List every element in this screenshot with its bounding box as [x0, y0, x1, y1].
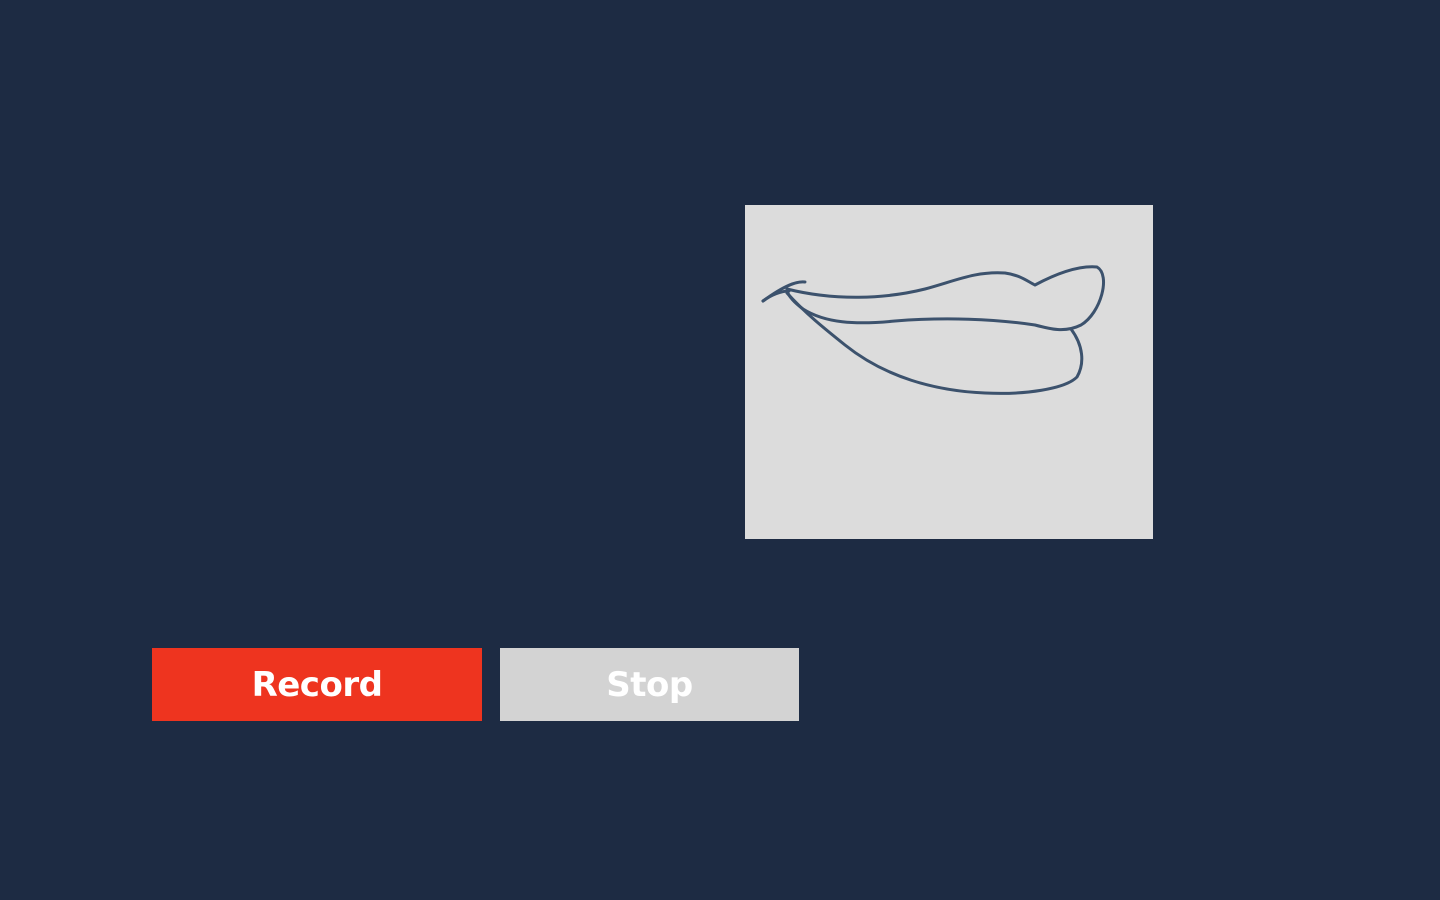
- lower-lip-outline: [785, 291, 1084, 395]
- app-stage: Record Stop: [0, 0, 1440, 900]
- record-button[interactable]: Record: [152, 648, 482, 721]
- video-preview: [745, 205, 1153, 539]
- stop-button[interactable]: Stop: [500, 648, 799, 721]
- lips-sketch: [761, 265, 1106, 395]
- mouth-corner-stroke: [761, 289, 791, 303]
